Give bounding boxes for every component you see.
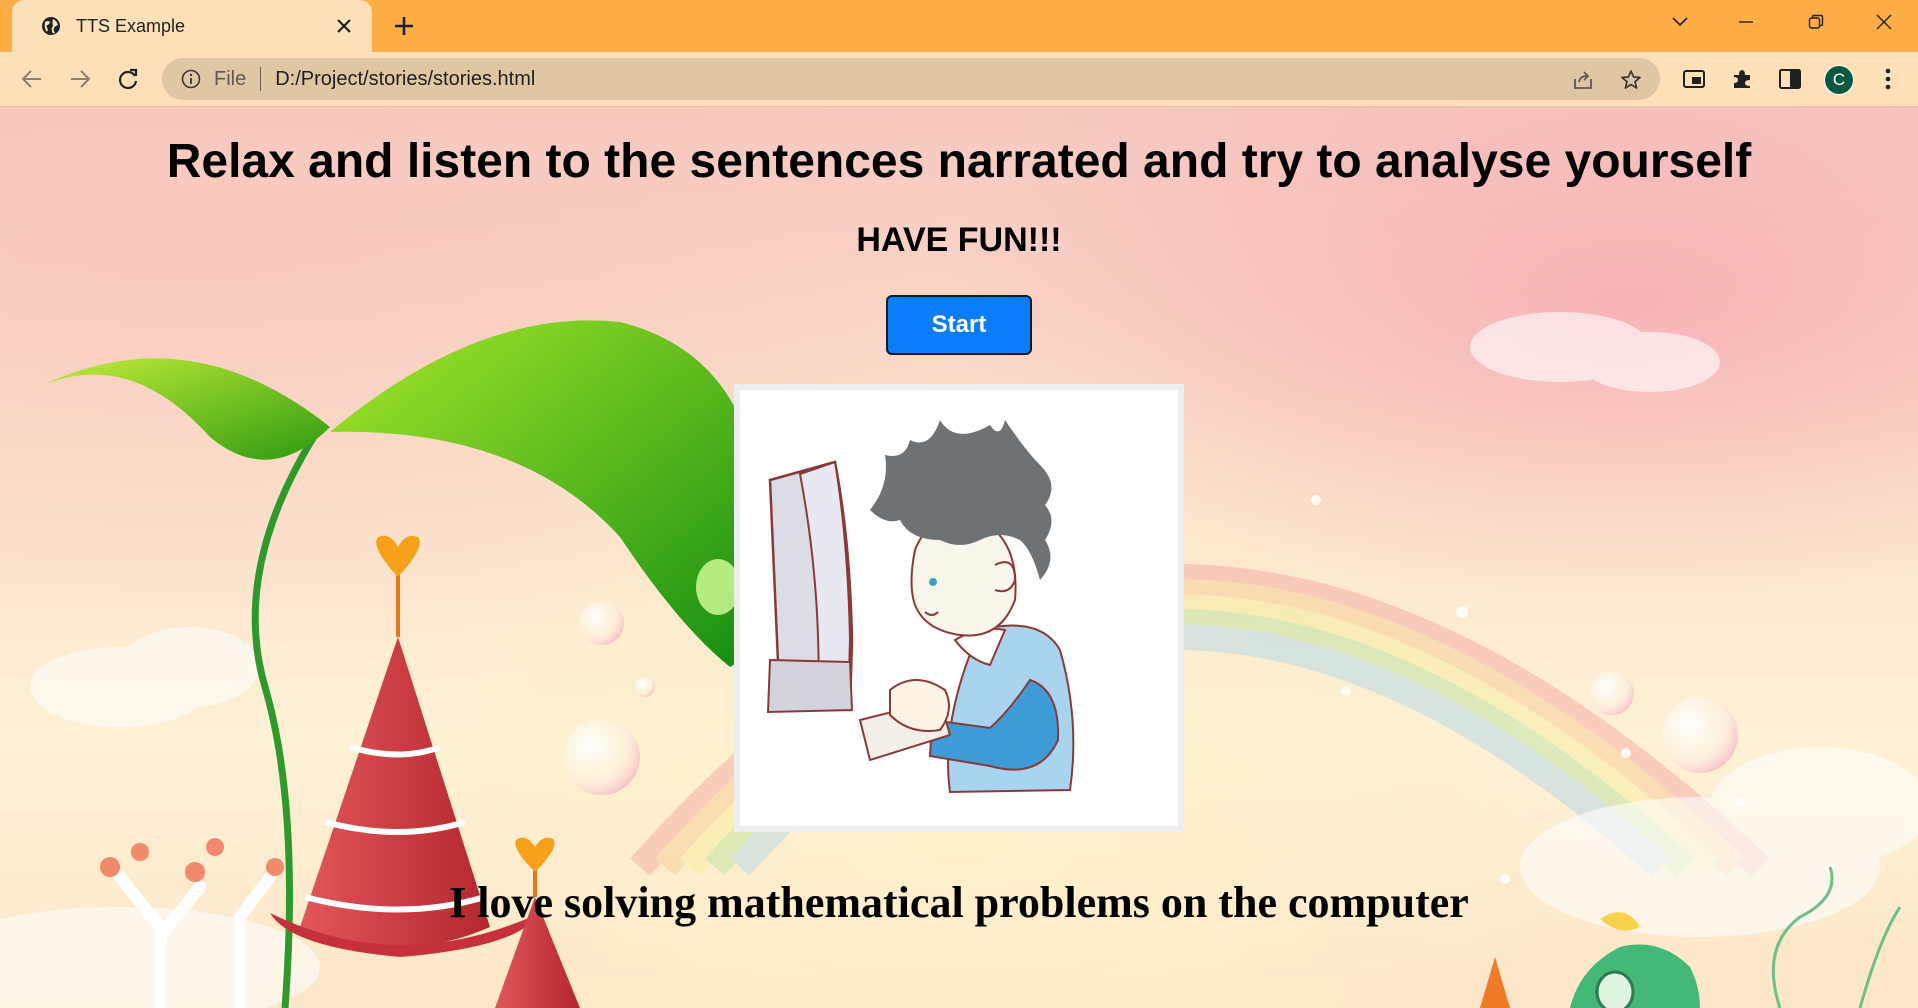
close-tab-icon[interactable]: [332, 14, 356, 38]
site-info-icon[interactable]: [180, 68, 202, 90]
picture-in-picture-icon[interactable]: [1680, 65, 1708, 93]
start-button[interactable]: Start: [886, 295, 1032, 355]
page-subheading: HAVE FUN!!!: [856, 221, 1062, 259]
story-illustration: [734, 384, 1184, 832]
minimize-icon[interactable]: [1726, 6, 1766, 38]
forward-icon[interactable]: [66, 65, 94, 93]
address-scheme: File: [214, 67, 247, 90]
browser-toolbar: File D:/Project/stories/stories.html C: [0, 52, 1918, 107]
bookmark-star-icon[interactable]: [1618, 67, 1644, 93]
back-icon[interactable]: [18, 65, 46, 93]
side-panel-icon[interactable]: [1776, 65, 1804, 93]
page-viewport: Relax and listen to the sentences narrat…: [0, 107, 1918, 1008]
address-url[interactable]: D:/Project/stories/stories.html: [275, 68, 535, 91]
address-separator: [260, 67, 262, 91]
reload-icon[interactable]: [114, 65, 142, 93]
close-window-icon[interactable]: [1864, 6, 1904, 38]
share-icon[interactable]: [1570, 67, 1596, 93]
boy-at-computer-illustration: [766, 420, 1075, 794]
extensions-puzzle-icon[interactable]: [1728, 65, 1756, 93]
page-headline: Relax and listen to the sentences narrat…: [166, 135, 1752, 188]
address-bar[interactable]: File D:/Project/stories/stories.html: [162, 58, 1660, 100]
restore-icon[interactable]: [1796, 6, 1836, 38]
tab-strip: TTS Example: [0, 0, 1918, 52]
narrated-sentence: I love solving mathematical problems on …: [449, 878, 1469, 927]
tab-title: TTS Example: [76, 15, 186, 36]
profile-avatar[interactable]: C: [1824, 65, 1854, 95]
browser-tab[interactable]: TTS Example: [12, 0, 372, 52]
new-tab-icon[interactable]: [390, 12, 418, 40]
more-menu-icon[interactable]: [1874, 65, 1902, 93]
globe-icon: [40, 15, 62, 37]
tab-search-chevron-icon[interactable]: [1660, 6, 1700, 38]
